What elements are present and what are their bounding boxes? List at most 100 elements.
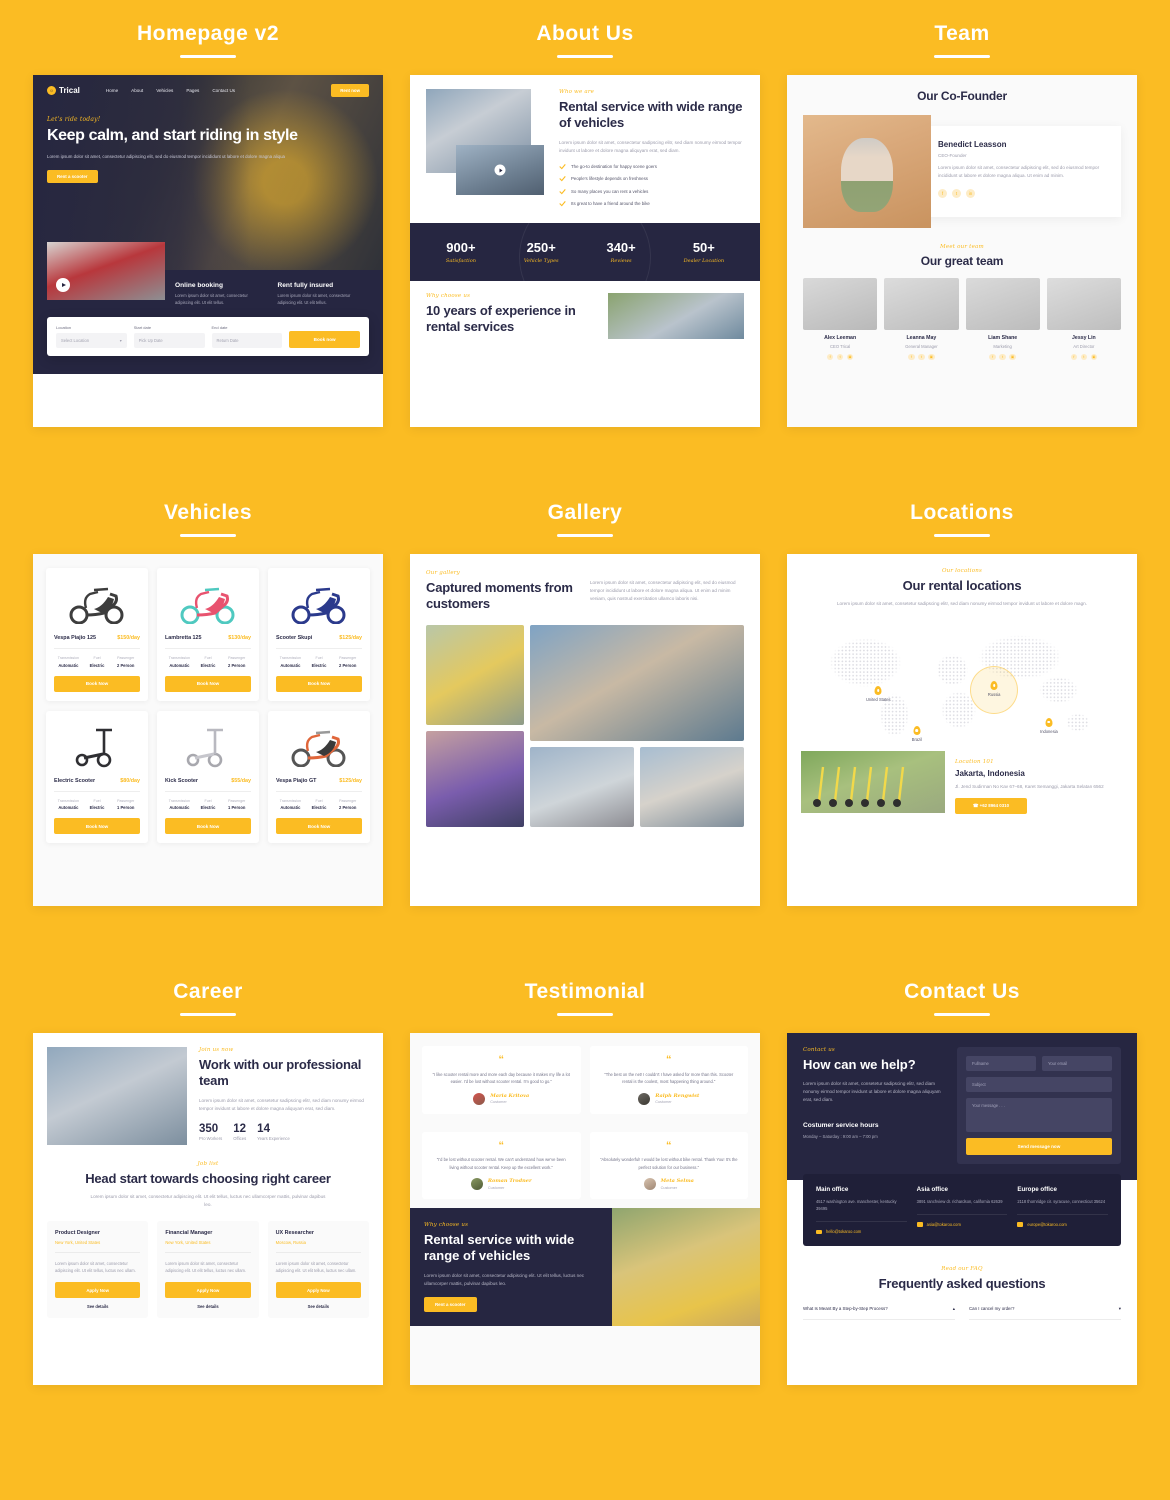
map-pin-russia[interactable]: Russia (988, 681, 1000, 697)
vehicle-card[interactable]: Scooter Skupi $125/day Transmission Autom… (268, 568, 370, 701)
hero-cta-button[interactable]: Rent a scooter (47, 169, 98, 183)
location-card[interactable]: Location 101 Jakarta, Indonesia Jl. Jend… (801, 751, 1123, 823)
gallery-preview[interactable]: Our gallery Captured moments from custom… (410, 554, 760, 906)
see-details-link[interactable]: See details (55, 1304, 140, 1309)
office-email[interactable]: europe@tokaroo.com (1017, 1222, 1108, 1227)
video-thumbnail[interactable] (47, 242, 165, 300)
nav-item-vehicles[interactable]: Vehicles (156, 88, 173, 93)
subject-input[interactable]: Subject (966, 1077, 1112, 1092)
twitter-icon[interactable]: t (999, 353, 1006, 360)
team-member[interactable]: Liam Shane Marketing f t ▣ (965, 278, 1040, 360)
world-map[interactable]: United States Russia Brazil Indonesia (801, 620, 1123, 746)
job-card[interactable]: Financial Manager New York, United State… (157, 1221, 259, 1319)
facebook-icon[interactable]: f (826, 353, 834, 360)
team-member[interactable]: Alex Leeman CEO Trical f t ▣ (803, 278, 878, 360)
vehicle-card[interactable]: Electric Scooter $80/day Transmission Aut… (46, 710, 148, 843)
book-now-button[interactable]: Book Now (54, 818, 140, 834)
start-date-label: Start date (133, 324, 152, 330)
book-now-button[interactable]: Book Now (165, 675, 251, 692)
start-date-input[interactable]: Pick Up Date (133, 332, 205, 348)
apply-now-button[interactable]: Apply Now (165, 1282, 251, 1299)
vehicles-preview[interactable]: Vespa Piajio 125 $150/day Transmission Au… (33, 554, 383, 906)
vehicle-card[interactable]: Vespa Piajio GT $125/day Transmission Aut… (268, 710, 370, 843)
fullname-input[interactable]: Fullname (966, 1056, 1036, 1071)
instagram-icon[interactable]: ▣ (1090, 353, 1098, 360)
office-email[interactable]: asia@tokaroo.com (916, 1222, 1008, 1227)
gallery-photo[interactable] (640, 746, 744, 827)
twitter-icon[interactable]: t (836, 353, 844, 360)
job-card[interactable]: Product Designer New York, United States… (47, 1221, 149, 1319)
apply-now-button[interactable]: Apply Now (55, 1282, 141, 1299)
logo[interactable]: ☼ Trical (47, 86, 80, 95)
team-preview[interactable]: Our Co-Founder Benedict Leasson CEO-Foun… (787, 75, 1137, 427)
gallery-photo[interactable] (426, 730, 524, 827)
office-email[interactable]: hello@tokaroo.com (816, 1229, 907, 1234)
facebook-icon[interactable]: f (938, 189, 947, 199)
message-textarea[interactable]: Your message . . . (966, 1098, 1112, 1132)
vehicle-card[interactable]: Kick Scooter $55/day Transmission Automat… (157, 710, 259, 843)
end-date-field[interactable]: End date Return Date (211, 325, 283, 348)
instagram-icon[interactable]: ▣ (1009, 353, 1016, 360)
faq-item[interactable]: What Is Meant By a Step-by-Step Process?… (803, 1306, 955, 1320)
end-date-input[interactable]: Return Date (211, 332, 283, 348)
testimonial-preview[interactable]: “ "I like scooter rental more and more e… (410, 1033, 760, 1385)
nav-item-home[interactable]: Home (106, 88, 118, 93)
map-pin-united-states[interactable]: United States (866, 686, 891, 702)
contact-preview[interactable]: Contact us How can we help? Lorem ipsum … (787, 1033, 1137, 1385)
homepage-preview[interactable]: ☼ Trical Home About Vehicles Pages Conta… (33, 75, 383, 427)
start-date-field[interactable]: Start date Pick Up Date (133, 324, 205, 348)
book-now-button[interactable]: Book now (289, 330, 360, 348)
see-details-link[interactable]: See details (165, 1304, 250, 1309)
about-video-thumb[interactable] (456, 145, 544, 195)
book-now-button[interactable]: Book Now (54, 675, 140, 692)
book-now-button[interactable]: Book Now (276, 675, 362, 692)
location-select[interactable]: Select Location ▾ (56, 332, 127, 348)
vehicle-card[interactable]: Lambretta 125 $130/day Transmission Autom… (157, 568, 259, 701)
location-field[interactable]: Location Select Location ▾ (56, 325, 127, 348)
faq-item[interactable]: Can I cancel my order? ▾ (969, 1306, 1121, 1320)
contact-form[interactable]: Fullname Your email Subject Your message… (957, 1047, 1121, 1164)
nav-item-about[interactable]: About (131, 88, 143, 93)
spec-value: 1 Person (228, 805, 246, 810)
twitter-icon[interactable]: t (1080, 353, 1088, 360)
booking-form[interactable]: Location Select Location ▾ Start date Pi… (47, 316, 369, 356)
job-card[interactable]: UX Researcher Moscow, Russia Lorem ipsum… (267, 1221, 369, 1319)
facebook-icon[interactable]: f (1070, 353, 1078, 360)
send-message-button[interactable]: Send message now (966, 1138, 1112, 1155)
nav-item-pages[interactable]: Pages (186, 88, 199, 93)
gallery-photo[interactable] (530, 624, 744, 741)
chevron-down-icon[interactable]: ▾ (1119, 1306, 1121, 1312)
instagram-icon[interactable]: ▣ (928, 353, 935, 360)
team-member[interactable]: Leanna May General Manager f t ▣ (884, 278, 959, 360)
locations-preview[interactable]: Our locations Our rental locations Lorem… (787, 554, 1137, 906)
facebook-icon[interactable]: f (908, 353, 915, 360)
email-input[interactable]: Your email (1042, 1056, 1112, 1071)
twitter-icon[interactable]: t (918, 353, 925, 360)
chevron-up-icon[interactable]: ▴ (953, 1306, 955, 1312)
gallery-photo[interactable] (530, 746, 634, 827)
book-now-button[interactable]: Book Now (276, 818, 362, 834)
instagram-icon[interactable]: ▣ (846, 353, 854, 360)
facebook-icon[interactable]: f (989, 353, 996, 360)
see-details-link[interactable]: See details (276, 1304, 361, 1309)
banner-cta-button[interactable]: Rent a scooter (424, 1296, 477, 1312)
twitter-icon[interactable]: t (952, 189, 961, 199)
rent-now-button[interactable]: Rent now (331, 84, 369, 97)
team-member[interactable]: Jessy Lin Art Director f t ▣ (1046, 278, 1121, 360)
hero-eyebrow: Let's ride today! (47, 116, 101, 123)
play-icon[interactable] (494, 164, 506, 176)
gallery-photo[interactable] (426, 624, 524, 725)
section-locations: Locations Our locations Our rental locat… (787, 479, 1137, 906)
vehicle-card[interactable]: Vespa Piajio 125 $150/day Transmission Au… (46, 568, 148, 701)
book-now-button[interactable]: Book Now (165, 818, 251, 834)
linkedin-icon[interactable]: in (966, 189, 975, 199)
vehicle-head: Scooter Skupi $125/day (276, 635, 362, 649)
about-preview[interactable]: Who we are Rental service with wide rang… (410, 75, 760, 427)
nav-item-contact[interactable]: Contact Us (212, 88, 235, 93)
career-preview[interactable]: Join us now Work with our professional t… (33, 1033, 383, 1385)
map-pin-indonesia[interactable]: Indonesia (1040, 717, 1058, 734)
map-pin-brazil[interactable]: Brazil (912, 726, 922, 742)
play-icon[interactable] (56, 278, 70, 292)
apply-now-button[interactable]: Apply Now (275, 1282, 361, 1299)
location-phone-button[interactable]: ☎ +62 8964 0310 (955, 798, 1027, 815)
